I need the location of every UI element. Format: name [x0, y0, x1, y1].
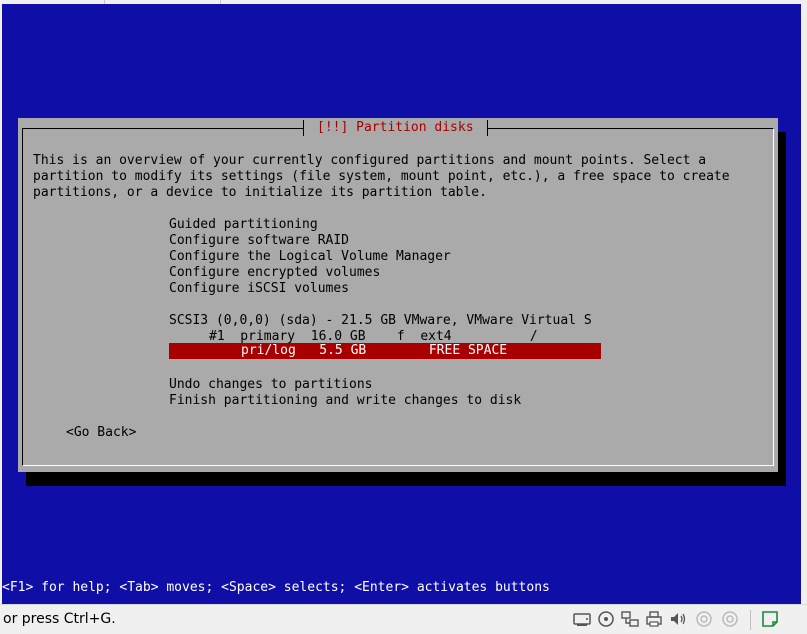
description-line-1: This is an overview of your currently co…: [33, 153, 707, 168]
disk-sda[interactable]: SCSI3 (0,0,0) (sda) - 21.5 GB VMware, VM…: [169, 313, 592, 329]
hard-disk-icon[interactable]: [572, 609, 592, 629]
go-back-button[interactable]: <Go Back>: [66, 425, 136, 441]
menu-configure-encrypted[interactable]: Configure encrypted volumes: [169, 265, 380, 281]
description-line-2: partition to modify its settings (file s…: [33, 169, 730, 184]
description-line-3: partitions, or a device to initialize it…: [33, 185, 487, 200]
sound-icon[interactable]: [668, 609, 688, 629]
icon-separator: [750, 610, 751, 630]
installer-screen: [!!] Partition disks This is an overview…: [2, 4, 801, 604]
host-status-bar: or press Ctrl+G.: [0, 604, 807, 633]
optical-drive-icon[interactable]: [596, 609, 616, 629]
partition-disks-dialog: [!!] Partition disks This is an overview…: [18, 118, 778, 472]
usb-icon[interactable]: [694, 609, 714, 629]
free-space-row-selected[interactable]: pri/log 5.5 GB FREE SPACE: [169, 343, 601, 359]
menu-guided-partitioning[interactable]: Guided partitioning: [169, 217, 318, 233]
record-icon[interactable]: [720, 609, 740, 629]
menu-configure-lvm[interactable]: Configure the Logical Volume Manager: [169, 249, 451, 265]
notes-icon[interactable]: [760, 609, 780, 629]
help-status-line: <F1> for help; <Tab> moves; <Space> sele…: [2, 580, 550, 595]
menu-configure-raid[interactable]: Configure software RAID: [169, 233, 349, 249]
undo-changes-item[interactable]: Undo changes to partitions: [169, 377, 373, 393]
network-icon[interactable]: [620, 609, 640, 629]
menu-configure-iscsi[interactable]: Configure iSCSI volumes: [169, 281, 349, 297]
printer-icon[interactable]: [644, 609, 664, 629]
dialog-title: [!!] Partition disks: [303, 120, 488, 136]
finish-partitioning-item[interactable]: Finish partitioning and write changes to…: [169, 393, 521, 409]
free-space-label: pri/log 5.5 GB FREE SPACE: [241, 343, 508, 358]
release-hint: or press Ctrl+G.: [3, 611, 116, 627]
